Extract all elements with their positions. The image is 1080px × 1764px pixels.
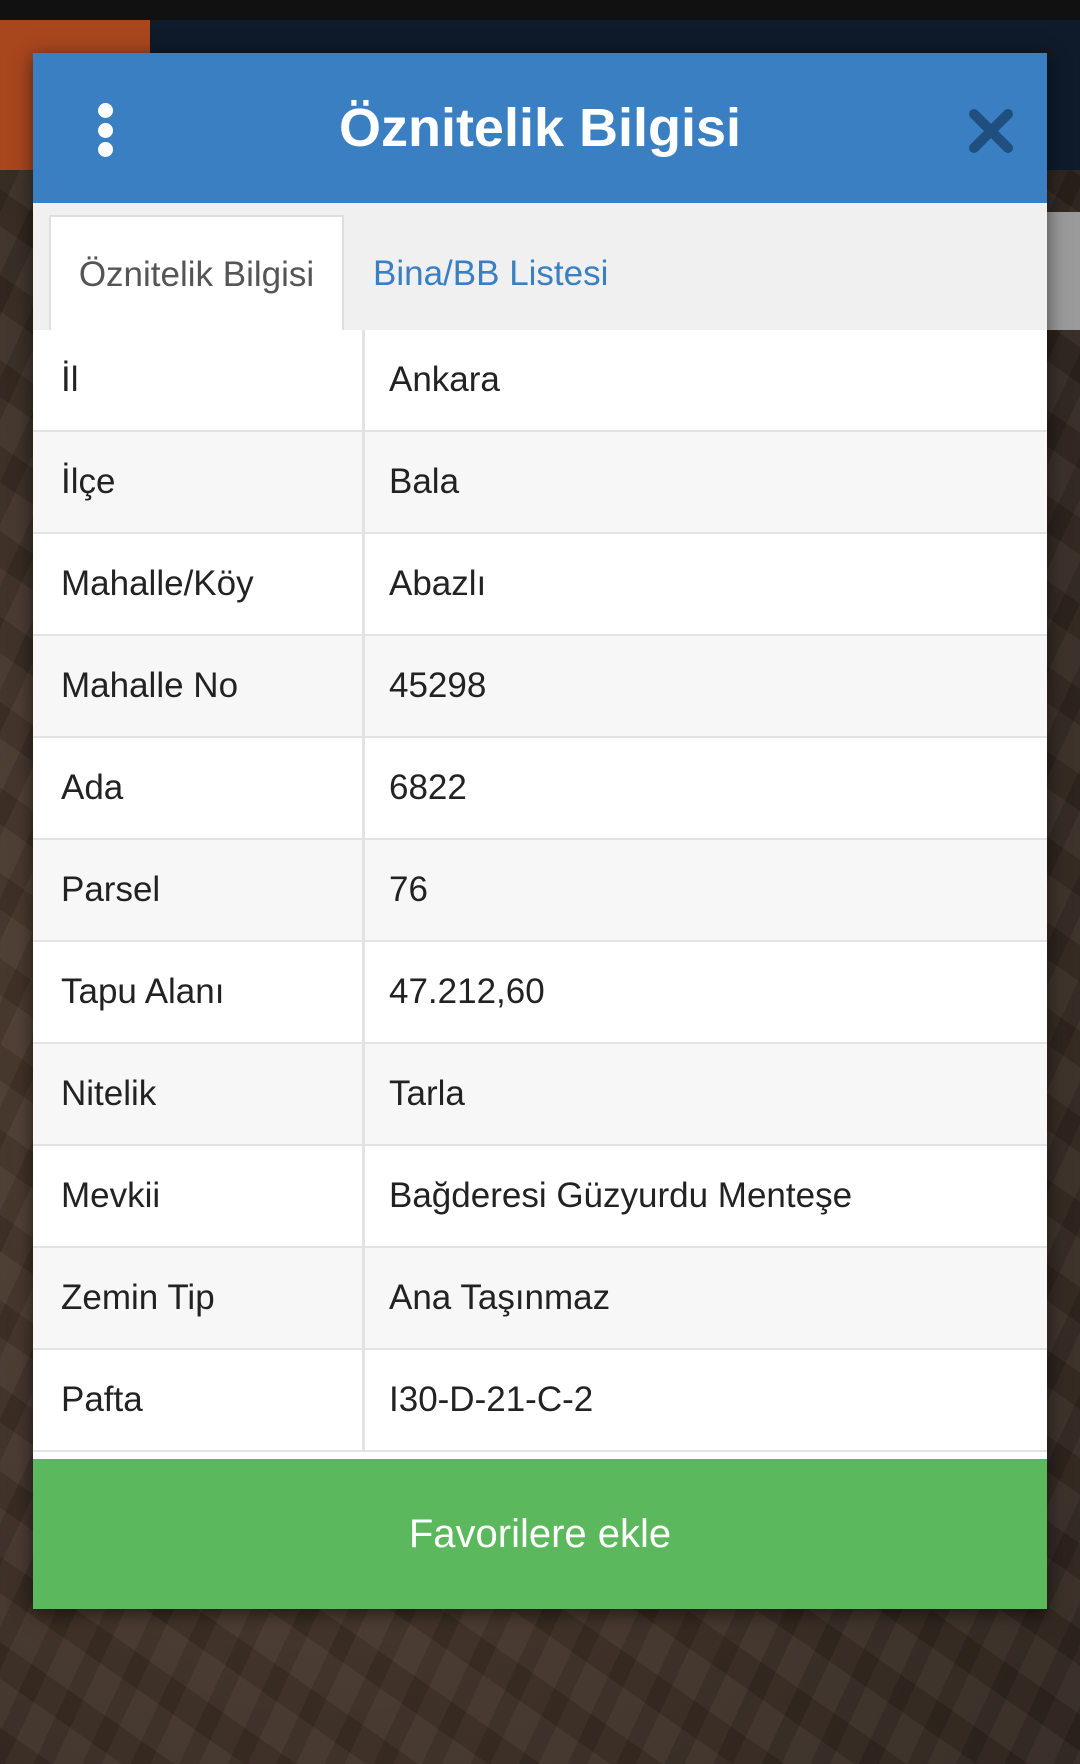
- row-value: Tarla: [389, 1074, 465, 1113]
- row-label: Ada: [33, 738, 365, 838]
- add-to-favorites-button[interactable]: Favorilere ekle: [33, 1459, 1047, 1609]
- dialog-title: Öznitelik Bilgisi: [338, 98, 742, 158]
- table-row: İlçe Bala: [33, 432, 1047, 534]
- table-row: Tapu Alanı 47.212,60: [33, 942, 1047, 1044]
- row-value: I30-D-21-C-2: [389, 1380, 594, 1419]
- row-label: Zemin Tip: [33, 1248, 365, 1348]
- row-label: Tapu Alanı: [33, 942, 365, 1042]
- row-label: Pafta: [33, 1350, 365, 1450]
- table-row: Ada 6822: [33, 738, 1047, 840]
- row-label: Mahalle/Köy: [33, 534, 365, 634]
- attribute-table: İl Ankara İlçe Bala Mahalle/Köy Abazlı M…: [33, 330, 1047, 1452]
- table-row: Mahalle No 45298: [33, 636, 1047, 738]
- row-label: İlçe: [33, 432, 365, 532]
- row-value: Ana Taşınmaz: [389, 1278, 611, 1317]
- status-strip: [0, 0, 1080, 20]
- row-value: 47.212,60: [389, 972, 545, 1011]
- row-value: Ankara: [389, 360, 500, 399]
- row-label: Nitelik: [33, 1044, 365, 1144]
- tab-building-list[interactable]: Bina/BB Listesi: [351, 215, 671, 333]
- table-row: İl Ankara: [33, 330, 1047, 432]
- row-value: Bağderesi Güzyurdu Menteşe: [389, 1176, 853, 1215]
- row-value: 6822: [389, 768, 467, 807]
- tab-attribute-info[interactable]: Öznitelik Bilgisi: [49, 215, 344, 333]
- row-value: 76: [389, 870, 428, 909]
- table-row: Pafta I30-D-21-C-2: [33, 1350, 1047, 1452]
- more-vertical-icon[interactable]: [93, 103, 117, 157]
- row-value: Abazlı: [389, 564, 487, 603]
- row-value: 45298: [389, 666, 487, 705]
- table-row: Parsel 76: [33, 840, 1047, 942]
- table-row: Nitelik Tarla: [33, 1044, 1047, 1146]
- table-row: Mahalle/Köy Abazlı: [33, 534, 1047, 636]
- row-label: Mevkii: [33, 1146, 365, 1246]
- background-scroll-edge: [1047, 212, 1080, 330]
- table-row: Zemin Tip Ana Taşınmaz: [33, 1248, 1047, 1350]
- row-label: İl: [33, 330, 365, 430]
- row-label: Mahalle No: [33, 636, 365, 736]
- close-icon[interactable]: [965, 105, 1017, 157]
- row-label: Parsel: [33, 840, 365, 940]
- row-value: Bala: [389, 462, 460, 501]
- dialog-header: Öznitelik Bilgisi: [33, 53, 1047, 203]
- attribute-dialog: Öznitelik Bilgisi Öznitelik Bilgisi Bina…: [33, 53, 1047, 1609]
- table-row: Mevkii Bağderesi Güzyurdu Menteşe: [33, 1146, 1047, 1248]
